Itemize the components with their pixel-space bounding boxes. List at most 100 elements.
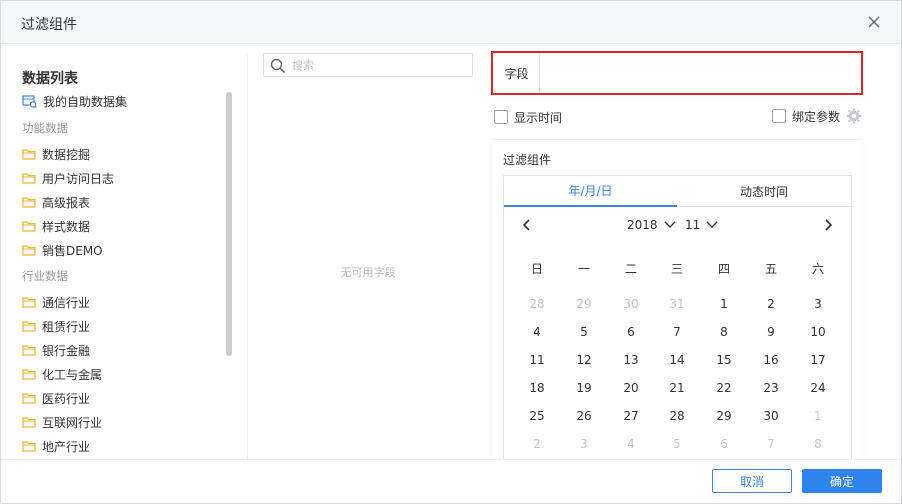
tree-item-my-dataset[interactable]: 我的自助数据集 bbox=[22, 91, 127, 111]
chevron-right-icon[interactable] bbox=[821, 218, 835, 232]
chevron-down-icon bbox=[706, 221, 718, 228]
calendar-day[interactable]: 5 bbox=[561, 320, 607, 344]
calendar-day[interactable]: 15 bbox=[701, 348, 747, 372]
folder-icon bbox=[22, 197, 36, 208]
dataset-icon bbox=[22, 94, 37, 108]
tree-item[interactable]: 用户访问日志 bbox=[22, 168, 114, 188]
bind-param-label: 绑定参数 bbox=[792, 110, 841, 124]
calendar-day[interactable]: 10 bbox=[795, 320, 841, 344]
tree-item[interactable]: 样式数据 bbox=[22, 216, 90, 236]
calendar-day[interactable]: 25 bbox=[514, 404, 560, 428]
calendar-day[interactable]: 17 bbox=[795, 348, 841, 372]
calendar-day[interactable]: 14 bbox=[654, 348, 700, 372]
calendar-day: 3 bbox=[580, 437, 588, 451]
calendar-day[interactable]: 11 bbox=[514, 348, 560, 372]
calendar-day[interactable]: 24 bbox=[795, 376, 841, 400]
scrollbar-thumb[interactable] bbox=[226, 92, 232, 356]
calendar-day: 1 bbox=[814, 409, 822, 423]
calendar-day[interactable]: 16 bbox=[748, 348, 794, 372]
folder-icon bbox=[22, 297, 36, 308]
calendar-day[interactable]: 12 bbox=[561, 348, 607, 372]
calendar-day[interactable]: 8 bbox=[701, 320, 747, 344]
calendar-day: 2 bbox=[533, 437, 541, 451]
field-drop-zone[interactable]: 字段 bbox=[491, 51, 863, 95]
tree-item[interactable]: 通信行业 bbox=[22, 292, 90, 312]
folder-icon bbox=[22, 441, 36, 452]
calendar-day[interactable]: 13 bbox=[608, 348, 654, 372]
calendar-day[interactable]: 21 bbox=[654, 376, 700, 400]
tree-item[interactable]: 高级报表 bbox=[22, 192, 90, 212]
chevron-down-icon bbox=[664, 221, 676, 228]
folder-icon bbox=[22, 369, 36, 380]
data-list-panel: 数据列表 我的自助数据集功能数据数据挖掘用户访问日志 高级报表样式数据销售DEMO… bbox=[1, 45, 247, 459]
calendar-day[interactable]: 3 bbox=[795, 292, 841, 316]
calendar-day[interactable]: 9 bbox=[748, 320, 794, 344]
field-search[interactable] bbox=[263, 53, 473, 77]
calendar-day[interactable]: 4 bbox=[514, 320, 560, 344]
calendar-day[interactable]: 22 bbox=[701, 376, 747, 400]
chevron-left-icon[interactable] bbox=[520, 218, 534, 232]
folder-icon bbox=[22, 393, 36, 404]
calendar-day[interactable]: 30 bbox=[748, 404, 794, 428]
calendar-day: 6 bbox=[720, 437, 728, 451]
tree-group-label: 功能数据 bbox=[22, 121, 68, 135]
weekday-header: 二 bbox=[624, 261, 637, 276]
tab-dynamic-time[interactable]: 动态时间 bbox=[677, 176, 851, 207]
gear-icon[interactable] bbox=[846, 108, 862, 124]
weekday-header: 六 bbox=[811, 261, 824, 276]
show-time-checkbox[interactable] bbox=[494, 110, 508, 124]
tree-item[interactable]: 销售DEMO bbox=[22, 240, 103, 260]
confirm-button[interactable]: 确定 bbox=[802, 469, 882, 493]
month-select[interactable]: 11 bbox=[685, 218, 718, 232]
folder-icon bbox=[22, 417, 36, 428]
tree-item-label: 租赁行业 bbox=[42, 319, 91, 334]
weekday-header: 三 bbox=[670, 261, 683, 276]
year-value: 2018 bbox=[627, 218, 658, 232]
calendar-day[interactable]: 19 bbox=[561, 376, 607, 400]
close-icon[interactable] bbox=[865, 13, 883, 31]
calendar-day: 8 bbox=[814, 437, 822, 451]
calendar-day: 29 bbox=[576, 297, 592, 311]
date-tabs: 年/月/日 动态时间 bbox=[504, 176, 851, 207]
bind-param-checkbox[interactable] bbox=[772, 109, 786, 123]
tree-item-label: 地产行业 bbox=[42, 439, 91, 454]
folder-icon bbox=[22, 245, 36, 256]
tree-item[interactable]: 租赁行业 bbox=[22, 316, 90, 336]
search-input[interactable] bbox=[292, 56, 467, 74]
calendar-day[interactable]: 26 bbox=[561, 404, 607, 428]
calendar-day[interactable]: 6 bbox=[608, 320, 654, 344]
calendar-day: 5 bbox=[673, 437, 681, 451]
tree-item-label: 互联网行业 bbox=[42, 415, 103, 430]
dialog-title: 过滤组件 bbox=[21, 17, 77, 33]
calendar-day[interactable]: 18 bbox=[514, 376, 560, 400]
tree-item[interactable]: 互联网行业 bbox=[22, 412, 102, 432]
folder-icon bbox=[22, 173, 36, 184]
tree-item[interactable]: 数据挖掘 bbox=[22, 144, 90, 164]
tree-item[interactable]: 医药行业 bbox=[22, 388, 90, 408]
tree-group-label: 行业数据 bbox=[22, 269, 68, 283]
calendar-day[interactable]: 2 bbox=[748, 292, 794, 316]
data-list-title: 数据列表 bbox=[22, 71, 78, 87]
tree-item[interactable]: 地产行业 bbox=[22, 436, 90, 456]
calendar-day[interactable]: 7 bbox=[654, 320, 700, 344]
field-label: 字段 bbox=[494, 54, 540, 92]
calendar-day[interactable]: 23 bbox=[748, 376, 794, 400]
calendar-day: 30 bbox=[623, 297, 639, 311]
tab-ymd[interactable]: 年/月/日 bbox=[504, 176, 677, 207]
calendar-day[interactable]: 1 bbox=[701, 292, 747, 316]
year-select[interactable]: 2018 bbox=[627, 218, 676, 232]
tree-item[interactable]: 银行金融 bbox=[22, 340, 90, 360]
folder-icon bbox=[22, 321, 36, 332]
calendar-day: 31 bbox=[669, 297, 685, 311]
calendar-day[interactable]: 27 bbox=[608, 404, 654, 428]
month-value: 11 bbox=[685, 218, 701, 232]
calendar-day[interactable]: 28 bbox=[654, 404, 700, 428]
calendar-day: 7 bbox=[767, 437, 775, 451]
tree-item[interactable]: 化工与金属 bbox=[22, 364, 102, 384]
calendar-day[interactable]: 20 bbox=[608, 376, 654, 400]
cancel-button[interactable]: 取消 bbox=[712, 469, 792, 493]
calendar-day: 4 bbox=[627, 437, 635, 451]
calendar-day[interactable]: 29 bbox=[701, 404, 747, 428]
tree-item-label: 医药行业 bbox=[42, 391, 91, 406]
tree-item-label: 数据挖掘 bbox=[42, 147, 91, 162]
